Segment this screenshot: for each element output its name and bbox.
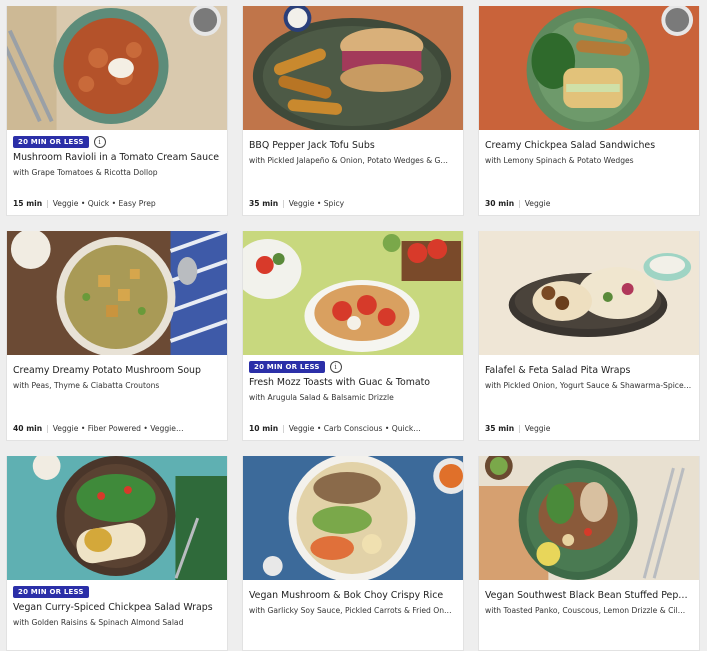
recipe-photo-crispy-rice[interactable] [243, 456, 463, 580]
recipe-subtitle: with Garlicky Soy Sauce, Pickled Carrots… [249, 606, 452, 615]
recipe-tags: Veggie [524, 199, 551, 208]
recipe-subtitle: with Arugula Salad & Balsamic Drizzle [249, 393, 394, 402]
recipe-title[interactable]: Vegan Southwest Black Bean Stuffed Pepp… [485, 590, 693, 601]
recipe-title[interactable]: BBQ Pepper Jack Tofu Subs [249, 140, 457, 151]
cook-time: 15 min [13, 199, 43, 208]
recipe-photo-curry-chickpea-wraps[interactable] [7, 456, 227, 580]
recipe-photo-ravioli[interactable] [7, 6, 227, 130]
recipe-meta: 35 min | Veggie [485, 424, 551, 433]
info-icon[interactable]: i [329, 361, 342, 373]
recipe-tags: Veggie • Carb Conscious • Quick… [288, 424, 421, 433]
recipe-meta: 30 min | Veggie [485, 199, 551, 208]
recipe-meta: 15 min | Veggie • Quick • Easy Prep [13, 199, 156, 208]
recipe-title[interactable]: Creamy Chickpea Salad Sandwiches [485, 140, 693, 151]
cook-time: 35 min [249, 199, 279, 208]
recipe-card[interactable]: BBQ Pepper Jack Tofu Subs with Pickled J… [242, 6, 464, 216]
cook-time: 35 min [485, 424, 515, 433]
recipe-card[interactable]: 20 MIN OR LESS i Fresh Mozz Toasts with … [242, 231, 464, 441]
cook-time: 40 min [13, 424, 43, 433]
recipe-meta: 35 min | Veggie • Spicy [249, 199, 345, 208]
recipe-photo-mozz-toasts[interactable] [243, 231, 463, 355]
recipe-grid: 20 MIN OR LESS i Mushroom Ravioli in a T… [0, 0, 707, 651]
recipe-photo-tofu-subs[interactable] [243, 6, 463, 130]
recipe-photo-mushroom-soup[interactable] [7, 231, 227, 355]
badge-row: 20 MIN OR LESS i [249, 360, 342, 374]
recipe-subtitle: with Toasted Panko, Couscous, Lemon Driz… [485, 606, 686, 615]
recipe-subtitle: with Peas, Thyme & Ciabatta Croutons [13, 381, 160, 390]
recipe-card[interactable]: Creamy Dreamy Potato Mushroom Soup with … [6, 231, 228, 441]
recipe-subtitle: with Lemony Spinach & Potato Wedges [485, 156, 634, 165]
recipe-tags: Veggie [524, 424, 551, 433]
quick-badge: 20 MIN OR LESS [249, 361, 325, 373]
cook-time: 30 min [485, 199, 515, 208]
recipe-photo-stuffed-peppers[interactable] [479, 456, 699, 580]
recipe-card[interactable]: 20 MIN OR LESS Vegan Curry-Spiced Chickp… [6, 456, 228, 651]
recipe-card[interactable]: Creamy Chickpea Salad Sandwiches with Le… [478, 6, 700, 216]
recipe-title[interactable]: Vegan Mushroom & Bok Choy Crispy Rice [249, 590, 457, 601]
recipe-title[interactable]: Mushroom Ravioli in a Tomato Cream Sauce [13, 152, 221, 163]
recipe-meta: 40 min | Veggie • Fiber Powered • Veggie… [13, 424, 184, 433]
recipe-tags: Veggie • Fiber Powered • Veggie… [52, 424, 184, 433]
recipe-card[interactable]: Vegan Southwest Black Bean Stuffed Pepp…… [478, 456, 700, 651]
badge-row: 20 MIN OR LESS i [13, 135, 106, 149]
recipe-subtitle: with Pickled Jalapeño & Onion, Potato We… [249, 156, 449, 165]
recipe-title[interactable]: Vegan Curry-Spiced Chickpea Salad Wraps [13, 602, 221, 613]
recipe-subtitle: with Golden Raisins & Spinach Almond Sal… [13, 618, 184, 627]
recipe-card[interactable]: Falafel & Feta Salad Pita Wraps with Pic… [478, 231, 700, 441]
recipe-title[interactable]: Falafel & Feta Salad Pita Wraps [485, 365, 693, 376]
info-icon[interactable]: i [93, 136, 106, 148]
recipe-card[interactable]: 20 MIN OR LESS i Mushroom Ravioli in a T… [6, 6, 228, 216]
quick-badge: 20 MIN OR LESS [13, 136, 89, 148]
recipe-photo-falafel-wraps[interactable] [479, 231, 699, 355]
recipe-photo-chickpea-sandwich[interactable] [479, 6, 699, 130]
recipe-title[interactable]: Creamy Dreamy Potato Mushroom Soup [13, 365, 221, 376]
recipe-title[interactable]: Fresh Mozz Toasts with Guac & Tomato [249, 377, 457, 388]
recipe-tags: Veggie • Quick • Easy Prep [52, 199, 156, 208]
recipe-subtitle: with Grape Tomatoes & Ricotta Dollop [13, 168, 158, 177]
recipe-card[interactable]: Vegan Mushroom & Bok Choy Crispy Rice wi… [242, 456, 464, 651]
quick-badge: 20 MIN OR LESS [13, 586, 89, 598]
recipe-meta: 10 min | Veggie • Carb Conscious • Quick… [249, 424, 421, 433]
cook-time: 10 min [249, 424, 279, 433]
badge-row: 20 MIN OR LESS [13, 585, 89, 599]
recipe-tags: Veggie • Spicy [288, 199, 345, 208]
recipe-subtitle: with Pickled Onion, Yogurt Sauce & Shawa… [485, 381, 692, 390]
